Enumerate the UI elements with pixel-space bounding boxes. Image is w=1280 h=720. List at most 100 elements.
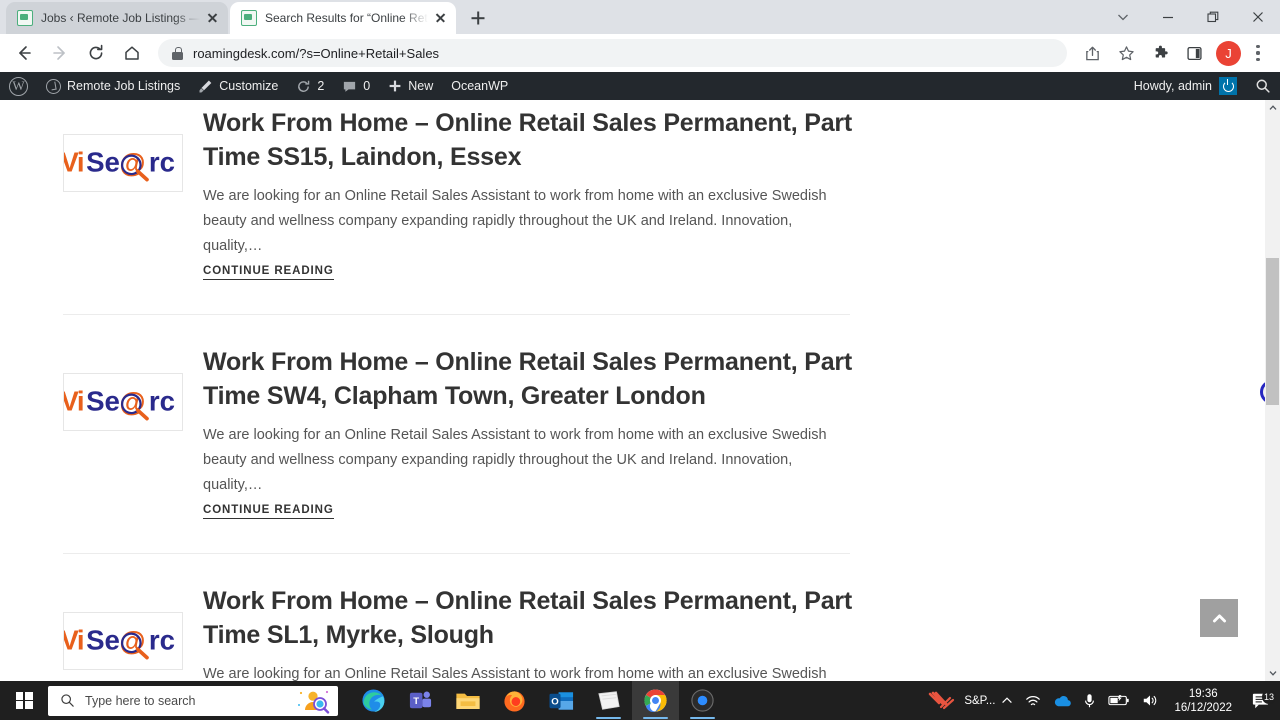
notification-count-badge: 13 [1262,689,1276,704]
page-scrollbar[interactable] [1265,100,1280,681]
address-bar[interactable]: roamingdesk.com/?s=Online+Retail+Sales [158,39,1067,67]
show-hidden-icons-chevron-up[interactable] [995,681,1019,720]
notification-center-button[interactable]: 13 [1242,689,1280,710]
home-button[interactable] [117,38,147,68]
visearch-logo-thumbnail[interactable]: V i Se @ rc [63,373,183,431]
svg-text:i: i [77,146,85,177]
system-tray: S&P... 19:36 16/12/2022 13 [922,681,1280,720]
entry-title-link[interactable]: Work From Home – Online Retail Sales Per… [203,584,899,652]
taskbar-app-zoom[interactable] [679,681,726,720]
taskbar-app-mozilla-firefox[interactable] [491,681,538,720]
list-item: V i Se @ rc Work From Home – Online Reta [63,554,913,681]
stock-chart-icon [929,691,955,709]
entry-excerpt: We are looking for an Online Retail Sale… [203,666,827,681]
taskbar-app-sticky-notes[interactable] [585,681,632,720]
comments-menu[interactable]: 0 [333,72,379,100]
visearch-logo-thumbnail[interactable]: V i Se @ rc [63,612,183,670]
theme-label: OceanWP [451,79,509,93]
updates-menu[interactable]: 2 [287,72,333,100]
browser-tab-1[interactable]: Jobs ‹ Remote Job Listings — W [6,2,228,34]
admin-bar-right-group: Howdy, admin [1125,72,1280,100]
taskbar-search-input[interactable]: Type here to search [48,685,338,716]
scroll-to-top-button[interactable] [1200,599,1238,637]
profile-avatar[interactable]: J [1216,40,1241,66]
entry-thumbnail-column: V i Se @ rc [63,106,203,280]
reload-button[interactable] [81,38,111,68]
stock-label: S&P... [964,694,996,707]
svg-text:Se: Se [86,385,120,416]
list-item: V i Se @ rc Work From Home – Online Reta [63,315,913,519]
admin-bar-left-group: W Remote Job Listings Customize 2 0 New … [0,72,517,100]
paintbrush-icon [198,79,213,94]
svg-text:O: O [551,696,559,707]
search-icon [61,694,74,707]
howdy-user-menu[interactable]: Howdy, admin [1125,72,1246,100]
site-home-icon [46,78,61,94]
taskbar-app-file-explorer[interactable] [444,681,491,720]
new-content-menu[interactable]: New [379,72,442,100]
forward-button [45,38,75,68]
clock-time: 19:36 [1188,687,1218,700]
onedrive-icon[interactable] [1047,681,1077,720]
site-name-menu[interactable]: Remote Job Listings [37,72,189,100]
wordpress-logo-menu[interactable]: W [0,72,37,100]
address-bar-url: roamingdesk.com/?s=Online+Retail+Sales [193,45,440,61]
clock-widget[interactable]: 19:36 16/12/2022 [1164,687,1242,715]
updates-refresh-icon [296,79,311,94]
svg-text:i: i [77,385,85,416]
stock-widget[interactable]: S&P... [922,691,995,711]
howdy-label: Howdy, admin [1133,79,1212,93]
start-button[interactable] [0,681,48,720]
visearch-logo-thumbnail[interactable]: V i Se @ rc [63,134,183,192]
entry-title-link[interactable]: Work From Home – Online Retail Sales Per… [203,106,899,174]
search-results-page: V i Se @ rc Work From Home – Online Reta [0,100,1280,681]
close-window-button[interactable] [1235,1,1280,33]
continue-reading-link[interactable]: CONTINUE READING [203,504,334,519]
taskbar-app-microsoft-outlook[interactable]: O [538,681,585,720]
theme-menu[interactable]: OceanWP [442,72,517,100]
entry-body: Work From Home – Online Retail Sales Per… [203,584,913,681]
customize-menu[interactable]: Customize [189,72,287,100]
page-viewport: W Remote Job Listings Customize 2 0 New … [0,72,1280,681]
extensions-puzzle-icon[interactable] [1145,38,1175,68]
scrollbar-up-arrow-icon[interactable] [1265,100,1280,116]
entry-excerpt: We are looking for an Online Retail Sale… [203,188,827,254]
clock-date: 16/12/2022 [1174,701,1232,714]
minimize-button[interactable] [1145,1,1190,33]
tab-search-chevron-down-icon[interactable] [1100,1,1145,33]
side-panel-icon[interactable] [1179,38,1209,68]
taskbar-app-microsoft-edge[interactable] [350,681,397,720]
svg-text:Se: Se [86,146,120,177]
battery-icon[interactable] [1102,681,1136,720]
list-item: V i Se @ rc Work From Home – Online Reta [63,100,913,280]
scrollbar-down-arrow-icon[interactable] [1265,665,1280,681]
bookmark-star-icon[interactable] [1111,38,1141,68]
volume-icon[interactable] [1136,681,1164,720]
svg-text:i: i [77,624,85,655]
browser-tab-2[interactable]: Search Results for “Online Retail [230,2,456,34]
svg-text:rc: rc [149,146,175,177]
continue-reading-link[interactable]: CONTINUE READING [203,265,334,280]
entry-thumbnail-column: V i Se @ rc [63,345,203,519]
entry-title-link[interactable]: Work From Home – Online Retail Sales Per… [203,345,899,413]
close-tab-2-icon[interactable] [432,10,448,26]
admin-bar-search-icon[interactable] [1246,78,1280,94]
wordpress-favicon-icon [241,10,257,26]
taskbar-app-microsoft-teams[interactable]: T [397,681,444,720]
window-controls [1100,0,1280,34]
taskbar-app-google-chrome[interactable] [632,681,679,720]
tab-strip: Jobs ‹ Remote Job Listings — W Search Re… [0,0,1280,34]
back-button[interactable] [9,38,39,68]
share-icon[interactable] [1077,38,1107,68]
microphone-icon[interactable] [1077,681,1102,720]
cortana-people-icon [298,690,330,714]
scrollbar-thumb[interactable] [1266,258,1279,405]
chrome-menu-button[interactable] [1246,39,1270,67]
chrome-browser-window: Jobs ‹ Remote Job Listings — W Search Re… [0,0,1280,681]
browser-tab-1-title: Jobs ‹ Remote Job Listings — W [41,11,200,25]
taskbar-search-placeholder: Type here to search [85,693,196,708]
wifi-icon[interactable] [1019,681,1047,720]
close-tab-1-icon[interactable] [204,10,220,26]
new-tab-button[interactable] [464,4,492,32]
restore-button[interactable] [1190,1,1235,33]
